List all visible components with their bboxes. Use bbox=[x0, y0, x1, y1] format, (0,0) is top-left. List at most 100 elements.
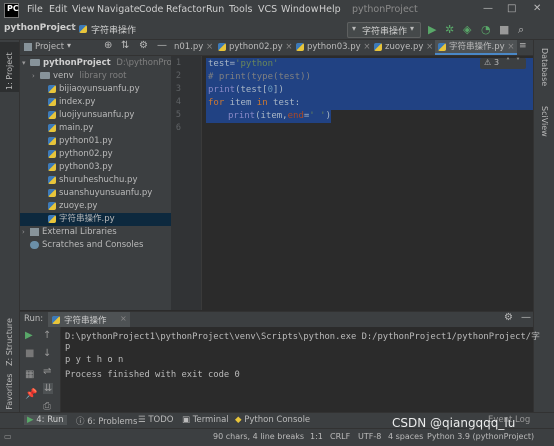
menu-run[interactable]: Run bbox=[206, 4, 224, 15]
minimize-icon[interactable]: — bbox=[483, 3, 493, 14]
terminal-icon: ▣ bbox=[182, 415, 191, 425]
profile-icon[interactable]: ◔ bbox=[481, 23, 491, 36]
terminal-tool-button[interactable]: ▣ Terminal bbox=[182, 415, 229, 425]
console-output[interactable]: D:\pythonProject1\pythonProject\venv\Scr… bbox=[61, 327, 540, 419]
todo-tool-button[interactable]: ☰ TODO bbox=[138, 415, 173, 425]
menu-refactor[interactable]: Refactor bbox=[166, 4, 206, 15]
tree-venv[interactable]: › venv library root bbox=[20, 70, 171, 83]
inspection-widget[interactable]: ⚠ 3 ˄ ˅ bbox=[480, 57, 526, 69]
coverage-icon[interactable]: ◈ bbox=[463, 23, 471, 36]
tree-file[interactable]: python03.py bbox=[20, 161, 171, 174]
scroll-up-icon[interactable]: ↑ bbox=[43, 330, 51, 341]
python-file-icon bbox=[48, 97, 56, 106]
pin-icon[interactable]: 📌 bbox=[25, 389, 37, 400]
scratches-icon bbox=[30, 240, 39, 249]
gear-icon[interactable]: ⚙ bbox=[504, 312, 513, 323]
tree-file[interactable]: index.py bbox=[20, 96, 171, 109]
python-file-icon bbox=[48, 162, 56, 171]
editor-tab[interactable]: python03.py × bbox=[293, 40, 374, 55]
list-icon: ☰ bbox=[138, 415, 146, 425]
close-icon[interactable]: ✕ bbox=[533, 3, 541, 14]
print-icon[interactable]: ⎙ bbox=[43, 401, 51, 412]
soft-wrap-icon[interactable]: ⇌ bbox=[43, 366, 51, 377]
layout-icon[interactable]: ▦ bbox=[25, 369, 34, 380]
run-tool-button[interactable]: ▶ 4: Run bbox=[24, 415, 67, 425]
tree-root[interactable]: ▾ pythonProject D:\pythonProject bbox=[20, 57, 187, 70]
structure-tool-button[interactable]: Z: Structure bbox=[5, 318, 14, 366]
menu-edit[interactable]: Edit bbox=[49, 4, 67, 15]
tree-file[interactable]: zuoye.py bbox=[20, 200, 171, 213]
tree-file[interactable]: python01.py bbox=[20, 135, 171, 148]
navigation-bar: pythonProject › 字符串操作 ▾ 字符串操作 ▾ ▶ ✲ ◈ ◔ … bbox=[0, 20, 554, 40]
problems-tool-button[interactable]: ⓘ 6: Problems bbox=[76, 415, 137, 427]
editor-tab[interactable]: zuoye.py × bbox=[371, 40, 436, 55]
editor-tab-active[interactable]: 字符串操作.py × bbox=[435, 40, 518, 55]
expand-icon[interactable]: ▭ bbox=[4, 432, 12, 441]
project-tool-button[interactable]: 1: Project bbox=[5, 52, 14, 90]
run-tab[interactable]: 字符串操作 × bbox=[48, 312, 130, 327]
code-editor[interactable]: test='python' # print(type(test)) print(… bbox=[202, 56, 533, 310]
rerun-icon[interactable]: ▶ bbox=[25, 330, 33, 341]
python-file-icon bbox=[48, 149, 56, 158]
stop-icon[interactable]: ■ bbox=[499, 23, 509, 36]
tree-file-selected[interactable]: 字符串操作.py bbox=[20, 213, 171, 226]
run-configuration-dropdown[interactable]: ▾ 字符串操作 ▾ bbox=[347, 22, 421, 38]
python-file-icon bbox=[48, 110, 56, 119]
interpreter[interactable]: Python 3.9 (pythonProject) bbox=[427, 432, 534, 441]
hide-icon[interactable]: — bbox=[157, 40, 167, 51]
menu-tools[interactable]: Tools bbox=[229, 4, 252, 15]
python-console-tool-button[interactable]: ◆ Python Console bbox=[235, 415, 310, 425]
caret-position[interactable]: 1:1 bbox=[310, 432, 323, 441]
tree-file[interactable]: suanshuyunsuanfu.py bbox=[20, 187, 171, 200]
tree-file[interactable]: python02.py bbox=[20, 148, 171, 161]
breadcrumb-project[interactable]: pythonProject bbox=[4, 23, 76, 33]
info-icon: ⓘ bbox=[76, 417, 85, 427]
external-libraries-label: External Libraries bbox=[42, 227, 117, 237]
close-icon[interactable]: × bbox=[120, 314, 127, 323]
file-name: python02.py bbox=[59, 149, 113, 159]
breadcrumb-file[interactable]: 字符串操作 bbox=[91, 23, 136, 36]
scroll-to-end-icon[interactable]: ⇊ bbox=[43, 383, 54, 394]
library-icon bbox=[30, 227, 39, 236]
python-file-icon bbox=[48, 84, 56, 93]
indent-setting[interactable]: 4 spaces bbox=[388, 432, 423, 441]
stop-icon[interactable]: ■ bbox=[25, 348, 34, 359]
warning-icon: ⚠ bbox=[484, 58, 492, 67]
sciview-tool-button[interactable]: SciView bbox=[540, 106, 549, 137]
tree-scratches[interactable]: Scratches and Consoles bbox=[20, 239, 171, 252]
project-view-title[interactable]: Project bbox=[35, 42, 64, 52]
chevron-down-icon[interactable]: ▾ bbox=[67, 41, 71, 50]
debug-icon[interactable]: ✲ bbox=[445, 23, 454, 36]
chevron-down-icon[interactable]: ˅ bbox=[516, 57, 520, 66]
line-separator[interactable]: CRLF bbox=[330, 432, 350, 441]
menu-vcs[interactable]: VCS bbox=[258, 4, 277, 15]
menu-navigate[interactable]: Navigate bbox=[97, 4, 140, 15]
tree-file[interactable]: bijiaoyunsuanfu.py bbox=[20, 83, 171, 96]
editor-tab[interactable]: python02.py × bbox=[215, 40, 296, 55]
tab-list-icon[interactable]: ≡ bbox=[519, 41, 527, 51]
menu-window[interactable]: Window bbox=[281, 4, 318, 15]
tree-file[interactable]: main.py bbox=[20, 122, 171, 135]
menu-help[interactable]: Help bbox=[319, 4, 341, 15]
tree-external-libraries[interactable]: › External Libraries bbox=[20, 226, 171, 239]
menu-file[interactable]: File bbox=[27, 4, 43, 15]
scroll-down-icon[interactable]: ↓ bbox=[43, 348, 51, 359]
collapse-icon[interactable]: ⇅ bbox=[121, 40, 129, 51]
tree-file[interactable]: shuruheshuchu.py bbox=[20, 174, 171, 187]
menu-code[interactable]: Code bbox=[139, 4, 163, 15]
tree-file[interactable]: luojiyunsuanfu.py bbox=[20, 109, 171, 122]
chevron-up-icon[interactable]: ˄ bbox=[506, 57, 510, 66]
run-icon[interactable]: ▶ bbox=[428, 23, 436, 36]
database-tool-button[interactable]: Database bbox=[540, 48, 549, 86]
line-number: 6 bbox=[175, 123, 181, 133]
tab-label: python02.py bbox=[229, 42, 283, 52]
search-icon[interactable]: ⌕ bbox=[518, 23, 524, 37]
gear-icon[interactable]: ⚙ bbox=[139, 40, 148, 51]
menu-view[interactable]: View bbox=[72, 4, 95, 15]
file-encoding[interactable]: UTF-8 bbox=[358, 432, 381, 441]
python-file-icon bbox=[218, 42, 226, 51]
hide-icon[interactable]: — bbox=[521, 312, 531, 323]
locate-icon[interactable]: ⊕ bbox=[104, 40, 112, 51]
maximize-icon[interactable]: □ bbox=[507, 3, 516, 14]
editor-tab[interactable]: n01.py × bbox=[171, 40, 216, 55]
